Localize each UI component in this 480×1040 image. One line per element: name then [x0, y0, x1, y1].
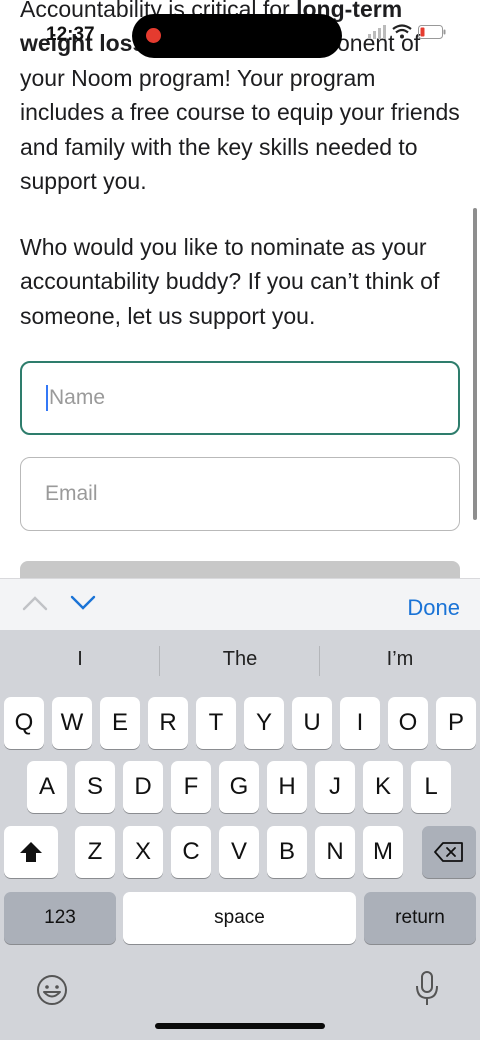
status-icons — [368, 24, 446, 39]
key-s[interactable]: S — [75, 761, 115, 813]
key-d[interactable]: D — [123, 761, 163, 813]
key-b[interactable]: B — [267, 826, 307, 878]
submit-button[interactable] — [20, 561, 460, 578]
key-o[interactable]: O — [388, 697, 428, 749]
key-r[interactable]: R — [148, 697, 188, 749]
key-c[interactable]: C — [171, 826, 211, 878]
delete-key[interactable] — [422, 826, 476, 878]
home-indicator[interactable] — [155, 1023, 325, 1029]
emoji-icon[interactable] — [36, 974, 68, 1006]
key-t[interactable]: T — [196, 697, 236, 749]
name-input[interactable]: Name — [20, 361, 460, 435]
key-a[interactable]: A — [27, 761, 67, 813]
key-q[interactable]: Q — [4, 697, 44, 749]
suggestion-2[interactable]: The — [160, 648, 320, 671]
space-key[interactable]: space — [123, 892, 356, 944]
key-x[interactable]: X — [123, 826, 163, 878]
key-i[interactable]: I — [340, 697, 380, 749]
key-g[interactable]: G — [219, 761, 259, 813]
battery-icon — [418, 24, 446, 39]
key-j[interactable]: J — [315, 761, 355, 813]
nominate-question: Who would you like to nominate as your a… — [20, 234, 440, 329]
key-p[interactable]: P — [436, 697, 476, 749]
key-l[interactable]: L — [411, 761, 451, 813]
keyboard: I The I’m Q W E R T Y U I O P A S D F G … — [0, 630, 480, 1040]
chevron-down-icon[interactable] — [70, 594, 96, 612]
key-k[interactable]: K — [363, 761, 403, 813]
key-h[interactable]: H — [267, 761, 307, 813]
chevron-up-icon[interactable] — [22, 594, 48, 612]
backspace-icon — [434, 842, 463, 862]
shift-icon — [20, 842, 42, 862]
key-z[interactable]: Z — [75, 826, 115, 878]
done-button[interactable]: Done — [407, 595, 460, 621]
key-n[interactable]: N — [315, 826, 355, 878]
wifi-icon — [392, 24, 412, 39]
nomination-screen: Accountability is critical for long-term… — [0, 0, 480, 578]
return-key[interactable]: return — [364, 892, 476, 944]
key-m[interactable]: M — [363, 826, 403, 878]
suggestion-bar: I The I’m — [0, 630, 480, 692]
suggestion-3[interactable]: I’m — [320, 648, 480, 671]
dynamic-island — [132, 14, 342, 58]
key-u[interactable]: U — [292, 697, 332, 749]
key-y[interactable]: Y — [244, 697, 284, 749]
text-cursor — [46, 385, 48, 411]
microphone-icon[interactable] — [414, 970, 440, 1008]
recording-indicator-icon — [146, 28, 161, 43]
key-f[interactable]: F — [171, 761, 211, 813]
name-placeholder: Name — [49, 386, 106, 409]
key-v[interactable]: V — [219, 826, 259, 878]
numbers-key[interactable]: 123 — [4, 892, 116, 944]
key-e[interactable]: E — [100, 697, 140, 749]
status-time: 12:37 — [46, 24, 95, 45]
email-input[interactable]: Email — [20, 457, 460, 531]
shift-key[interactable] — [4, 826, 58, 878]
keyboard-accessory-bar: Done — [0, 578, 480, 631]
email-placeholder: Email — [45, 482, 98, 505]
suggestion-1[interactable]: I — [0, 648, 160, 671]
scrollbar[interactable] — [473, 208, 477, 520]
key-w[interactable]: W — [52, 697, 92, 749]
signal-icon — [368, 24, 386, 39]
